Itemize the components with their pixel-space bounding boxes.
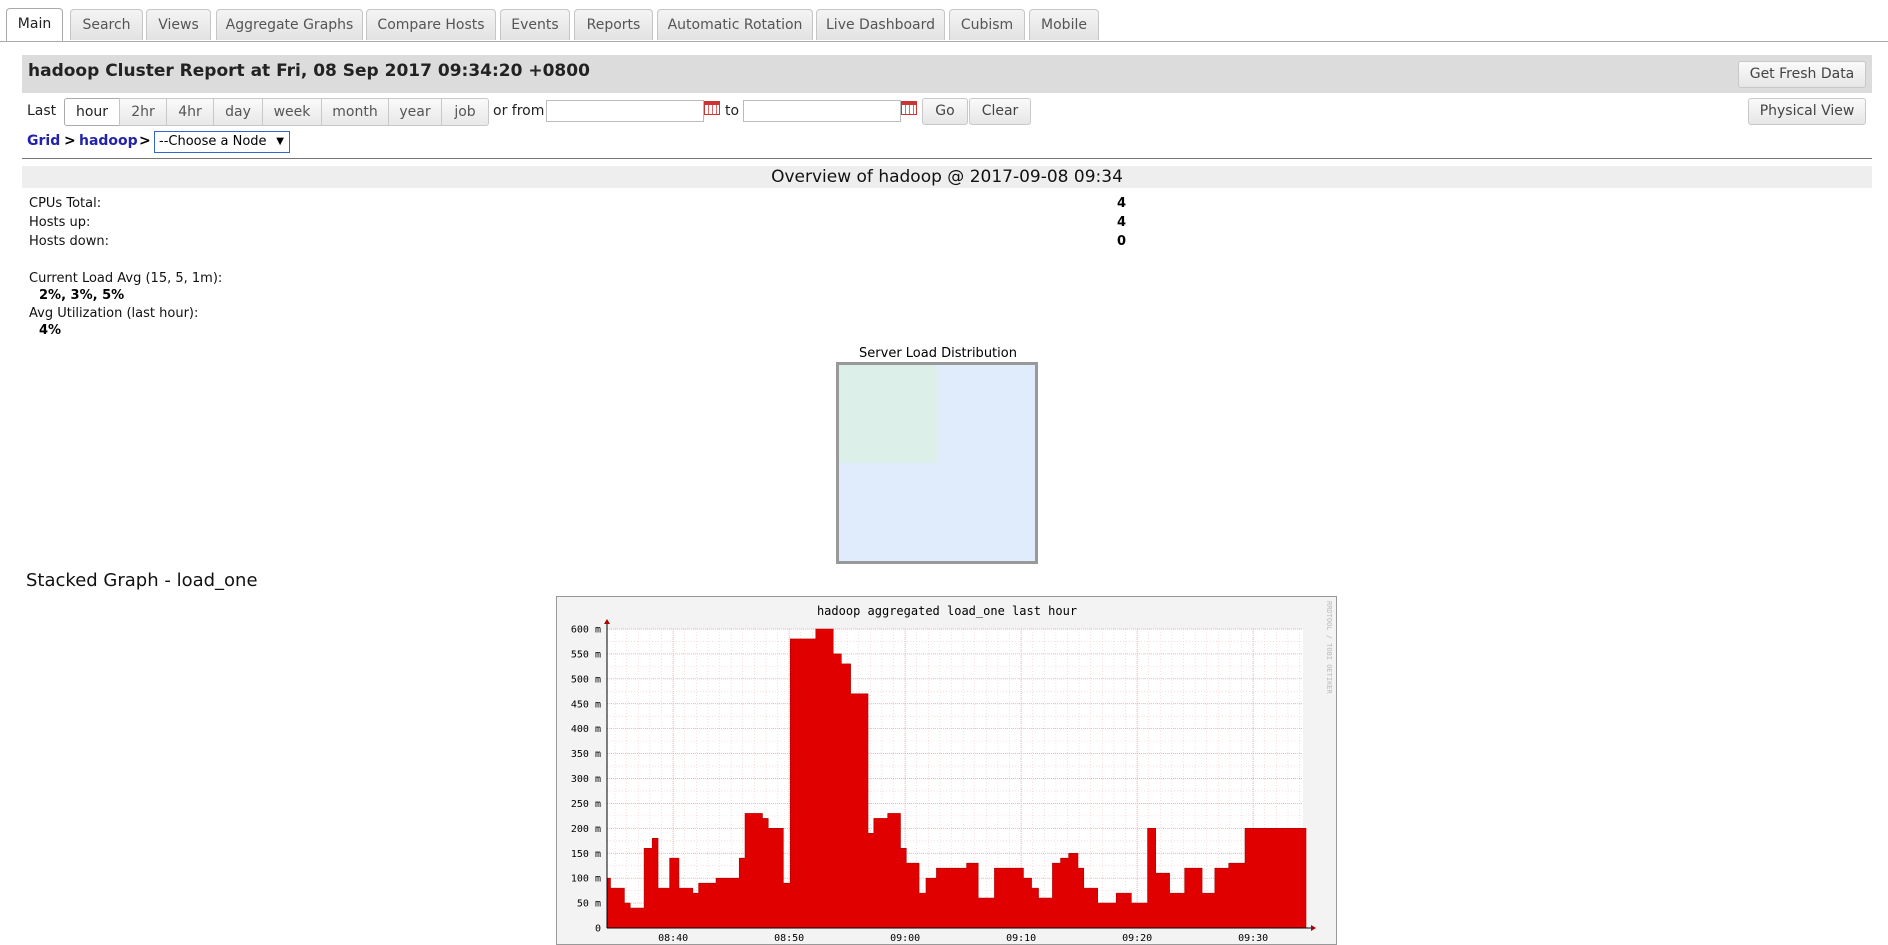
tab-live-dashboard[interactable]: Live Dashboard xyxy=(816,9,945,40)
x-tick-label: 08:50 xyxy=(774,933,804,944)
to-date-input[interactable] xyxy=(743,100,901,122)
overview-heading: Overview of hadoop @ 2017-09-08 09:34 xyxy=(22,166,1872,188)
cpus-total-value: 4 xyxy=(1117,196,1127,211)
hosts-up-value: 4 xyxy=(1117,215,1127,230)
from-date-input[interactable] xyxy=(546,100,704,122)
tab-cubism[interactable]: Cubism xyxy=(949,9,1025,40)
range-4hr-button[interactable]: 4hr xyxy=(166,98,214,126)
x-axis-arrow xyxy=(1311,925,1316,931)
from-calendar-icon[interactable] xyxy=(704,101,720,115)
y-tick-label: 300 m xyxy=(571,774,601,785)
y-tick-label: 450 m xyxy=(571,699,601,710)
x-tick-label: 09:10 xyxy=(1006,933,1036,944)
to-calendar-icon[interactable] xyxy=(901,101,917,115)
y-tick-label: 50 m xyxy=(577,899,601,910)
x-tick-label: 09:30 xyxy=(1238,933,1268,944)
y-tick-label: 250 m xyxy=(571,799,601,810)
y-tick-label: 200 m xyxy=(571,824,601,835)
breadcrumb-separator: > xyxy=(139,133,151,149)
get-fresh-data-button[interactable]: Get Fresh Data xyxy=(1738,61,1866,88)
go-button[interactable]: Go xyxy=(922,98,968,125)
rrdtool-watermark: RRDTOOL / TOBI OETIKER xyxy=(1325,601,1333,695)
tab-search[interactable]: Search xyxy=(70,9,143,40)
breadcrumb-grid-link[interactable]: Grid xyxy=(27,133,60,149)
tab-mobile[interactable]: Mobile xyxy=(1029,9,1099,40)
hosts-up-label: Hosts up: xyxy=(29,215,91,230)
physical-view-button[interactable]: Physical View xyxy=(1748,98,1866,125)
server-load-distribution-map[interactable] xyxy=(836,362,1038,564)
y-tick-label: 550 m xyxy=(571,649,601,660)
section-divider xyxy=(22,158,1872,159)
tab-reports[interactable]: Reports xyxy=(574,9,653,40)
y-tick-label: 100 m xyxy=(571,874,601,885)
cpus-total-label: CPUs Total: xyxy=(29,196,102,211)
avg-utilization-label: Avg Utilization (last hour): xyxy=(29,306,199,321)
y-tick-label: 150 m xyxy=(571,849,601,860)
y-tick-label: 400 m xyxy=(571,724,601,735)
range-2hr-button[interactable]: 2hr xyxy=(119,98,167,126)
load-one-stacked-graph[interactable]: hadoop aggregated load_one last hour RRD… xyxy=(556,596,1337,945)
tab-main[interactable]: Main xyxy=(6,8,63,41)
breadcrumb-hadoop-link[interactable]: hadoop xyxy=(79,133,138,149)
dropdown-caret-icon: ▼ xyxy=(276,136,284,147)
main-tab-bar: Main Search Views Aggregate Graphs Compa… xyxy=(0,0,1888,42)
stacked-graph-title: Stacked Graph - load_one xyxy=(26,570,258,591)
cluster-report-header: hadoop Cluster Report at Fri, 08 Sep 201… xyxy=(22,55,1872,93)
x-tick-label: 08:40 xyxy=(658,933,688,944)
range-hour-button[interactable]: hour xyxy=(64,98,120,126)
x-tick-label: 09:00 xyxy=(890,933,920,944)
tab-views[interactable]: Views xyxy=(146,9,211,40)
last-label: Last xyxy=(27,103,57,119)
y-axis-arrow xyxy=(604,619,610,624)
server-load-node-cell[interactable] xyxy=(839,365,937,463)
hosts-down-label: Hosts down: xyxy=(29,234,109,249)
or-from-label: or from xyxy=(493,103,545,119)
tab-automatic-rotation[interactable]: Automatic Rotation xyxy=(657,9,813,40)
range-week-button[interactable]: week xyxy=(262,98,322,126)
range-day-button[interactable]: day xyxy=(213,98,263,126)
choose-node-select[interactable]: --Choose a Node ▼ xyxy=(154,131,290,153)
page-title: hadoop Cluster Report at Fri, 08 Sep 201… xyxy=(28,61,590,81)
breadcrumb-separator: > xyxy=(64,133,76,149)
y-tick-label: 0 xyxy=(595,924,601,935)
clear-button[interactable]: Clear xyxy=(969,98,1031,125)
current-load-value: 2%, 3%, 5% xyxy=(39,288,125,303)
tab-aggregate-graphs[interactable]: Aggregate Graphs xyxy=(216,9,363,40)
range-month-button[interactable]: month xyxy=(321,98,389,126)
y-tick-label: 600 m xyxy=(571,625,601,636)
x-tick-label: 09:20 xyxy=(1122,933,1152,944)
range-job-button[interactable]: job xyxy=(441,98,489,126)
tab-compare-hosts[interactable]: Compare Hosts xyxy=(366,9,496,40)
range-year-button[interactable]: year xyxy=(388,98,442,126)
chart-title: hadoop aggregated load_one last hour xyxy=(817,604,1077,618)
load-one-chart-svg: hadoop aggregated load_one last hour RRD… xyxy=(571,601,1333,944)
hosts-down-value: 0 xyxy=(1117,234,1127,249)
choose-node-label: --Choose a Node xyxy=(159,134,267,149)
to-label: to xyxy=(725,103,740,119)
y-tick-label: 350 m xyxy=(571,749,601,760)
y-tick-label: 500 m xyxy=(571,674,601,685)
current-load-label: Current Load Avg (15, 5, 1m): xyxy=(29,271,223,286)
server-load-title: Server Load Distribution xyxy=(859,346,1017,361)
avg-utilization-value: 4% xyxy=(39,323,62,338)
tab-events[interactable]: Events xyxy=(500,9,570,40)
